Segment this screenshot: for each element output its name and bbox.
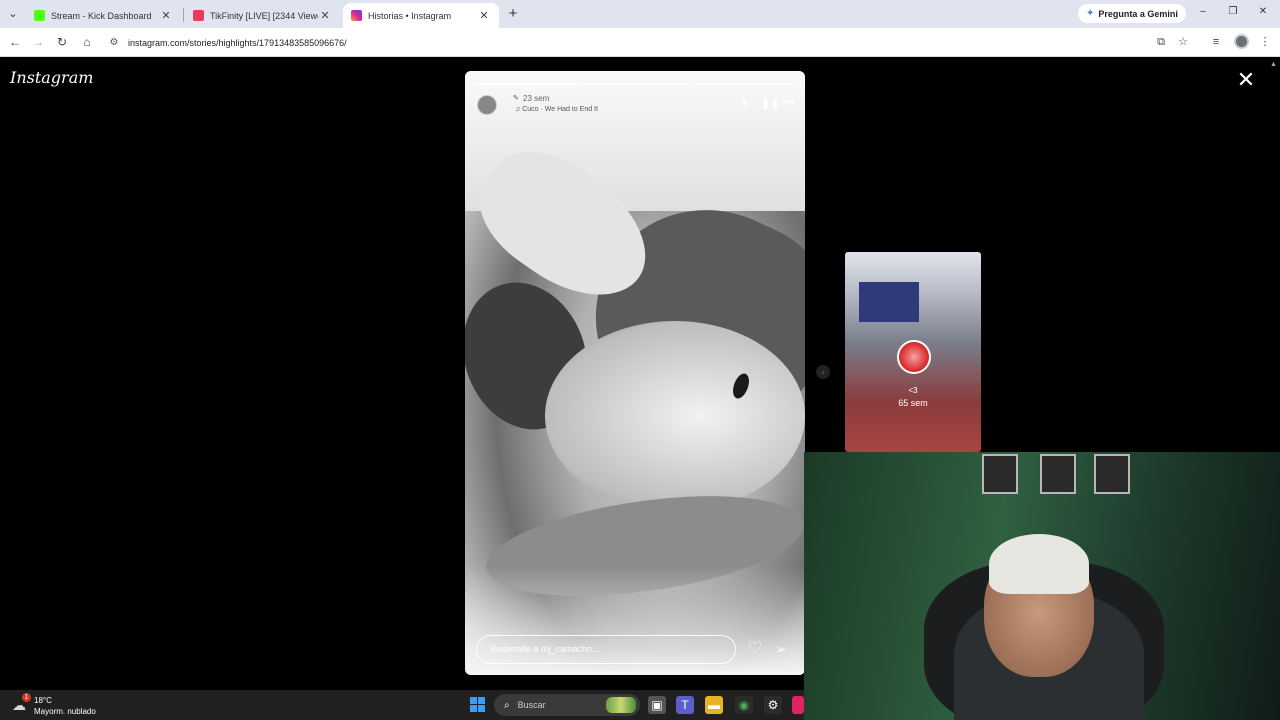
- instagram-logo[interactable]: Instagram: [10, 68, 93, 87]
- search-icon: ⌕: [504, 699, 510, 711]
- forward-arrow-icon[interactable]: →: [30, 34, 46, 50]
- story-progress-bar: [476, 83, 797, 85]
- gemini-label: Pregunta a Gemini: [1098, 8, 1178, 19]
- kick-favicon-icon: [34, 10, 45, 21]
- minimize-icon[interactable]: –: [1196, 6, 1210, 17]
- next-highlight-preview[interactable]: <3 65 sem: [845, 252, 981, 452]
- preview-photo-banner: [859, 282, 919, 322]
- tab-title: Stream - Kick Dashboard: [51, 10, 152, 21]
- profile-avatar[interactable]: [1234, 34, 1249, 49]
- menu-kebab-icon[interactable]: ⋮: [1257, 34, 1273, 50]
- close-icon[interactable]: ✕: [318, 9, 332, 23]
- progress-segment: [691, 83, 797, 85]
- restore-icon[interactable]: ❐: [1226, 6, 1240, 17]
- progress-segment: [583, 83, 689, 85]
- more-options-icon[interactable]: •••: [781, 95, 797, 109]
- tab-title: TikFinity [LIVE] [2344 Viewers]: [210, 10, 318, 21]
- browser-tab-bar: ⌄ Stream - Kick Dashboard ✕ TikFinity [L…: [0, 0, 1280, 28]
- new-tab-button[interactable]: +: [505, 6, 521, 22]
- search-label: Buscar: [517, 700, 546, 710]
- tab-tikfinity[interactable]: TikFinity [LIVE] [2344 Viewers] ✕: [185, 3, 340, 28]
- tikfinity-favicon-icon: [193, 10, 204, 21]
- pause-icon[interactable]: ❚❚: [761, 97, 779, 110]
- media-controls-icon[interactable]: ≡: [1208, 34, 1224, 50]
- tab-title: Historias • Instagram: [368, 10, 452, 21]
- task-view-icon[interactable]: ▣: [648, 696, 666, 714]
- highlight-name: <3: [908, 386, 918, 395]
- highlight-avatar-ring: [897, 340, 931, 374]
- close-stories-icon[interactable]: ✕: [1236, 69, 1256, 91]
- tab-search-chevron-icon[interactable]: ⌄: [4, 6, 22, 22]
- teams-icon[interactable]: T: [676, 696, 694, 714]
- address-bar[interactable]: ⚙ instagram.com/stories/highlights/17913…: [106, 32, 1202, 53]
- story-music-label[interactable]: ♫ Cuco · We Had to End It: [515, 106, 598, 113]
- taskbar-search[interactable]: ⌕ Buscar: [494, 694, 640, 716]
- story-author-avatar[interactable]: [477, 95, 497, 115]
- webcam-overlay: [804, 452, 1280, 720]
- streamer-cap: [989, 534, 1089, 594]
- story-time-ago: 23 sem: [523, 94, 550, 103]
- site-info-icon[interactable]: ⚙: [106, 37, 122, 48]
- story-photo-face: [545, 321, 805, 511]
- reload-icon[interactable]: ↻: [54, 34, 70, 50]
- scrollbar-up-arrow-icon[interactable]: ▲: [1270, 61, 1278, 69]
- next-story-arrow-icon[interactable]: ›: [816, 365, 830, 379]
- muted-speaker-icon[interactable]: 🔇︎: [739, 97, 753, 110]
- close-icon[interactable]: ✕: [159, 9, 173, 23]
- weather-description: Mayorm. nublado: [34, 707, 96, 716]
- wall-poster: [982, 454, 1018, 494]
- pin-icon: ✎: [513, 95, 519, 102]
- wall-poster: [1040, 454, 1076, 494]
- ask-gemini-button[interactable]: ✦ Pregunta a Gemini: [1078, 4, 1186, 23]
- tab-instagram-stories[interactable]: Historias • Instagram ✕: [343, 3, 499, 28]
- story-viewer[interactable]: ✎ 23 sem ♫ Cuco · We Had to End It 🔇︎ ❚❚…: [465, 71, 805, 675]
- progress-segment: [476, 83, 581, 85]
- steam-icon[interactable]: ⚙: [764, 696, 782, 714]
- search-highlight-image: [606, 697, 636, 713]
- browser-toolbar: ← → ↻ ⌂ ⚙ instagram.com/stories/highligh…: [0, 28, 1280, 57]
- bookmark-star-icon[interactable]: ☆: [1175, 34, 1191, 50]
- chrome-icon[interactable]: ◉: [735, 696, 753, 714]
- install-app-icon[interactable]: ⧉: [1153, 34, 1169, 50]
- story-header: ✎ 23 sem ♫ Cuco · We Had to End It 🔇︎ ❚❚…: [477, 93, 795, 117]
- tab-kick-dashboard[interactable]: Stream - Kick Dashboard ✕: [26, 3, 181, 28]
- file-explorer-icon[interactable]: ▬: [705, 696, 723, 714]
- windows-start-icon[interactable]: [470, 697, 485, 712]
- notification-badge: 1: [22, 693, 31, 702]
- weather-temperature: 18°C: [34, 696, 52, 705]
- back-arrow-icon[interactable]: ←: [7, 34, 23, 50]
- app-icon[interactable]: [792, 696, 804, 714]
- windows-taskbar: ☁ 1 18°C Mayorm. nublado ⌕ Buscar ▣ T ▬ …: [0, 690, 804, 720]
- gemini-sparkle-icon: ✦: [1086, 8, 1095, 19]
- instagram-favicon-icon: [351, 10, 362, 21]
- share-send-icon[interactable]: ➢: [771, 639, 791, 659]
- close-icon[interactable]: ✕: [477, 9, 491, 23]
- window-close-icon[interactable]: ✕: [1256, 6, 1270, 17]
- address-url: instagram.com/stories/highlights/1791348…: [128, 37, 347, 48]
- like-heart-icon[interactable]: ♡: [745, 639, 765, 659]
- highlight-time-ago: 65 sem: [898, 398, 928, 408]
- music-note-icon: ♫: [515, 106, 521, 113]
- weather-widget[interactable]: ☁ 1 18°C Mayorm. nublado: [12, 693, 112, 717]
- reply-input[interactable]: Responde a mj_camacho...: [476, 635, 736, 664]
- story-music-text: Cuco · We Had to End It: [522, 106, 598, 113]
- home-icon[interactable]: ⌂: [79, 34, 95, 50]
- tab-separator: [183, 8, 184, 22]
- wall-poster: [1094, 454, 1130, 494]
